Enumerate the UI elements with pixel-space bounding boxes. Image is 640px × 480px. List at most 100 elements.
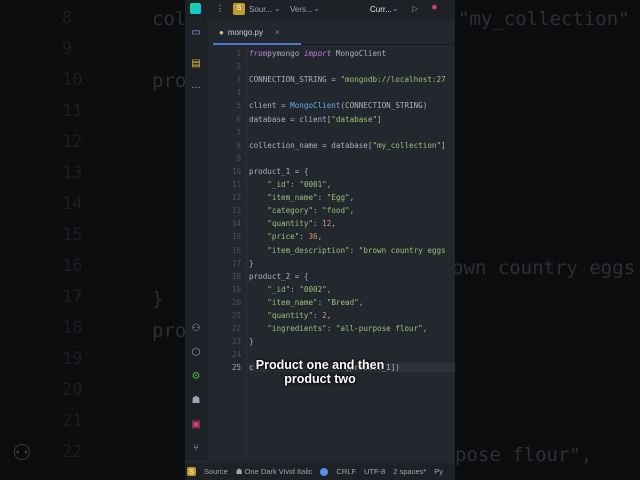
code-line: "item_description": "brown country eggs (249, 245, 446, 255)
code-token: "mongodb://localhost:27 (340, 75, 446, 85)
code-token: "my_collection" (372, 140, 442, 150)
code-token: "ingredients" (267, 324, 327, 334)
code-token: product_2 = { (249, 271, 309, 281)
code-token: MongoClient (331, 49, 387, 58)
line-number: 5 (236, 101, 241, 111)
code-token: "item_name" (267, 193, 318, 203)
bg-fragment: "my_collection" (458, 8, 630, 30)
code-line: "quantity": 2, (249, 311, 331, 320)
code-token: , (358, 297, 364, 307)
code-editor[interactable]: frompymongo import MongoClient CONNECTION… (249, 45, 455, 460)
python-icon: ⚇ (12, 440, 32, 465)
code-token: client = (249, 101, 291, 111)
code-token: "item_description" (267, 245, 350, 255)
code-token: , (317, 232, 323, 242)
line-number: 22 (231, 324, 241, 334)
tab-mongo-py[interactable]: ● mongo.py × (213, 22, 301, 45)
code-token: : (317, 193, 327, 203)
bg-fragment: col (152, 8, 187, 30)
python-file-icon: ● (219, 28, 224, 37)
code-line: } (249, 259, 254, 268)
project-view-icon[interactable]: ▭ (190, 27, 202, 39)
code-token: "0002" (299, 284, 327, 294)
caption-line: Product one and then (255, 358, 385, 372)
code-token: from (249, 49, 268, 58)
code-token: ] (377, 114, 382, 124)
code-token: collection_name = database[ (249, 140, 373, 150)
git-icon[interactable]: ⑂ (190, 443, 202, 455)
code-token: database = client[ (249, 114, 332, 124)
line-number: 8 (236, 140, 241, 150)
code-token: CONNECTION_STRING = (249, 75, 341, 85)
code-token: : (349, 245, 359, 255)
theme-widget[interactable]: ☗ One Dark Vivid Italic (236, 467, 313, 476)
code-token: pymongo (267, 49, 304, 58)
code-line: "quantity": 12, (249, 219, 336, 228)
project-selector[interactable]: Sour... (249, 5, 272, 14)
structure-icon[interactable]: ▤ (190, 58, 202, 70)
close-tab-icon[interactable]: × (275, 28, 280, 37)
terminal-icon[interactable]: ▣ (190, 419, 202, 431)
python-console-icon[interactable]: ⚇ (190, 323, 202, 335)
code-token: : (326, 324, 336, 334)
code-token: , (349, 193, 355, 203)
code-token: } (249, 258, 254, 268)
code-token: "Egg" (326, 193, 350, 203)
code-line: } (249, 337, 254, 346)
code-line: database = client["database"] (249, 115, 382, 124)
pycharm-logo-icon[interactable] (190, 3, 201, 14)
bg-fragment: } (152, 288, 164, 310)
bg-line-number: 18 (62, 318, 83, 338)
chevron-down-icon: ⌄ (313, 4, 320, 13)
debug-tool-icon[interactable]: ☗ (190, 395, 202, 407)
status-dot-icon[interactable] (320, 467, 329, 476)
line-number: 14 (231, 219, 241, 229)
code-token: 36 (308, 232, 318, 242)
more-icon[interactable]: … (190, 80, 202, 92)
bg-fragment: pose flour", (455, 444, 593, 466)
code-token: 12 (322, 219, 332, 229)
code-token: "all-purpose flour" (335, 324, 423, 334)
code-line: product_2 = { (249, 272, 308, 281)
code-token: "Bread" (326, 297, 359, 307)
code-token: : (290, 284, 300, 294)
line-number: 1 (236, 49, 241, 58)
code-line: product_1 = { (249, 167, 308, 176)
code-line: "_id": "0002", (249, 285, 331, 294)
encoding[interactable]: UTF-8 (364, 467, 385, 476)
code-token: : (313, 219, 323, 229)
bg-line-number: 13 (62, 163, 83, 183)
line-number: 20 (231, 297, 241, 307)
line-number: 10 (231, 166, 241, 176)
code-token: "quantity" (267, 311, 314, 320)
debug-icon[interactable]: ✹ (431, 3, 438, 12)
vcs-selector[interactable]: Vers... (290, 5, 313, 14)
bg-fragment: pro (152, 320, 187, 342)
status-bar: S Source ☗ One Dark Vivid Italic CRLF UT… (185, 463, 455, 480)
bg-fragment: own country eggs (452, 257, 636, 279)
run-config-selector[interactable]: Curr... (370, 5, 392, 14)
language[interactable]: Py (434, 467, 443, 476)
line-separator[interactable]: CRLF (336, 467, 356, 476)
bg-line-number: 16 (62, 256, 83, 276)
line-number: 23 (231, 337, 241, 347)
bg-line-number: 15 (62, 225, 83, 245)
code-line: "item_name": "Bread", (249, 298, 363, 307)
chevron-down-icon: ⌄ (274, 4, 281, 13)
code-token: "food" (322, 206, 350, 216)
tool-window-bar: ▭ ▤ … ⚇ ⬡ ⚙ ☗ ▣ ⑂ (185, 20, 207, 460)
main-menu-icon[interactable]: ⋮ (216, 4, 224, 13)
vcs-widget[interactable]: Source (204, 467, 228, 476)
bg-line-number: 12 (62, 132, 83, 152)
code-line: "item_name": "Egg", (249, 193, 354, 202)
indent[interactable]: 2 spaces* (393, 467, 426, 476)
code-token: "brown country eggs (358, 245, 446, 255)
line-number: 9 (236, 153, 241, 163)
run-icon[interactable]: ▷ (412, 4, 418, 13)
code-token: , (422, 324, 428, 334)
